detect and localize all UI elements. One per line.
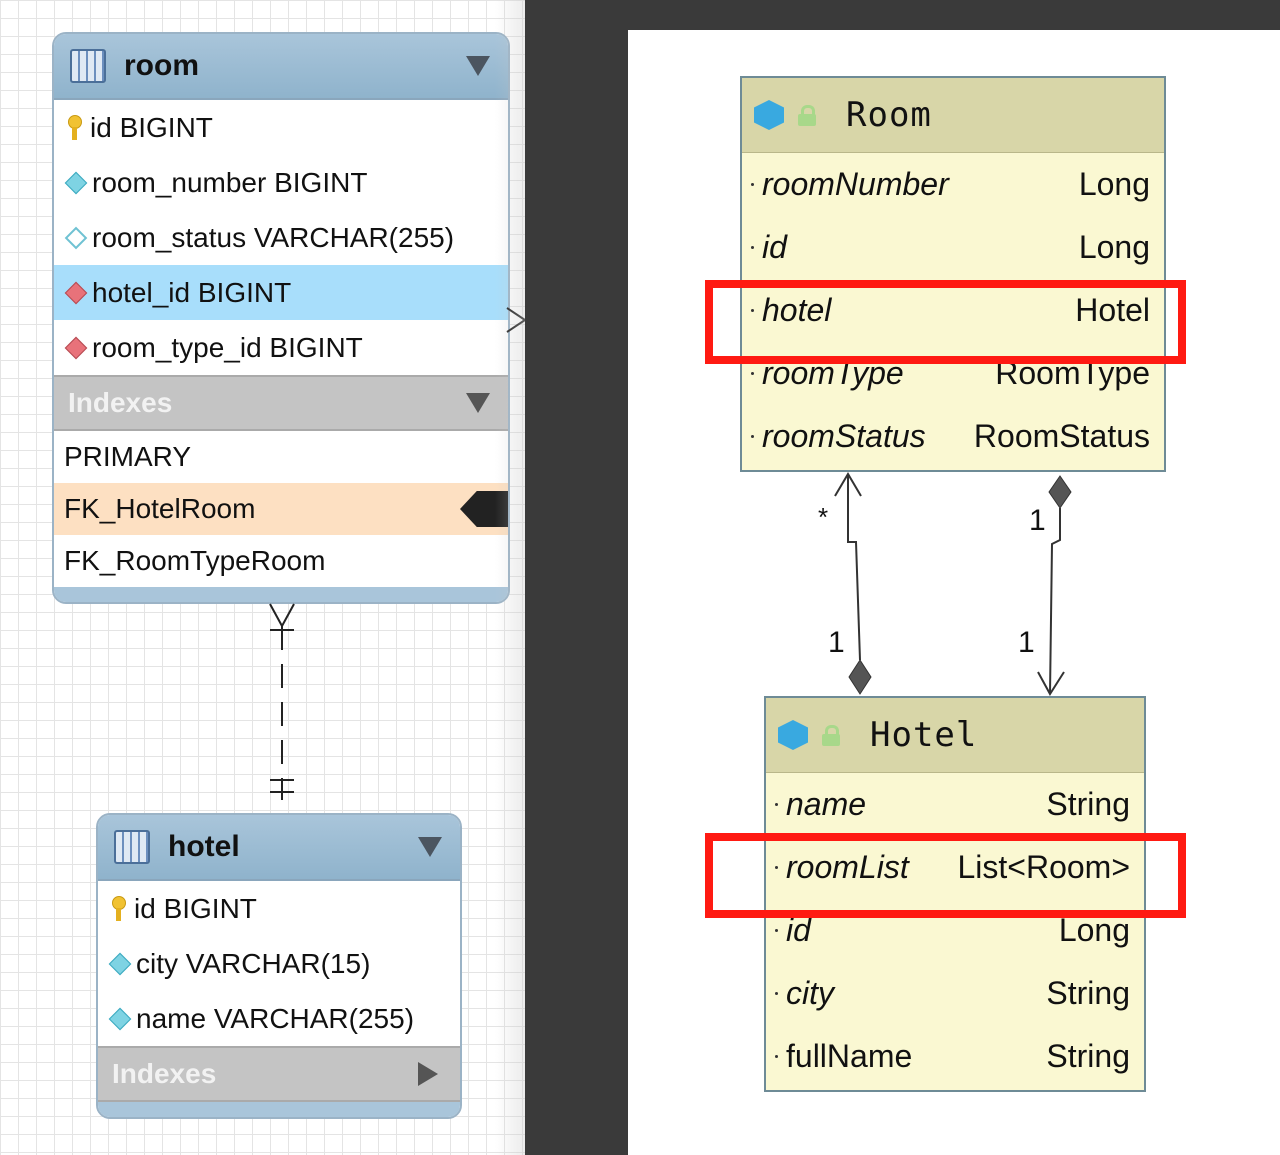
nullable-column-diamond-icon [64,226,88,249]
panel-edge-shadow [495,0,525,1155]
er-table-hotel[interactable]: hotel id BIGINT city VARCHAR(15) name VA… [96,813,462,1119]
multiplicity-label: 1 [1029,504,1046,537]
primary-key-icon [112,895,126,922]
er-table-hotel-title: hotel [168,830,240,863]
highlight-box-roomlist-field [705,833,1186,918]
er-diagram-canvas[interactable]: room id BIGINT room_number BIGINT room_s… [0,0,525,1155]
er-table-footer [98,1102,460,1117]
er-relationship-line[interactable] [262,600,302,814]
collapse-arrow-icon[interactable] [466,393,490,413]
table-icon [70,49,106,83]
foreign-key-diamond-icon [64,336,88,359]
er-index-row[interactable]: PRIMARY [54,431,508,483]
er-index-label: FK_HotelRoom [64,493,256,524]
table-icon [114,830,150,864]
er-column-label: room_type_id BIGINT [92,331,363,363]
er-column-row[interactable]: room_number BIGINT [54,155,508,210]
collapse-arrow-icon[interactable] [418,837,442,857]
column-diamond-icon [64,171,88,194]
er-column-row[interactable]: id BIGINT [54,100,508,155]
er-table-hotel-header[interactable]: hotel [98,815,460,881]
er-index-row[interactable]: FK_RoomTypeRoom [54,535,508,587]
er-column-row[interactable]: name VARCHAR(255) [98,991,460,1046]
indexes-label: Indexes [112,1058,217,1089]
er-table-room[interactable]: room id BIGINT room_number BIGINT room_s… [52,32,510,604]
er-column-row[interactable]: room_status VARCHAR(255) [54,210,508,265]
er-column-label: name VARCHAR(255) [136,1002,415,1034]
multiplicity-label: * [818,502,829,532]
er-table-room-title: room [124,49,199,82]
er-column-label: hotel_id BIGINT [92,276,292,308]
composition-diamond-icon [848,659,872,695]
column-diamond-icon [108,1007,132,1030]
er-column-row[interactable]: room_type_id BIGINT [54,320,508,375]
collapse-arrow-icon[interactable] [466,56,490,76]
composition-diamond-icon [1048,475,1072,509]
foreign-key-diamond-icon [64,281,88,304]
association-hotel-room-line [1049,508,1061,695]
er-column-row-selected[interactable]: hotel_id BIGINT [54,265,508,320]
er-column-row[interactable]: city VARCHAR(15) [98,936,460,991]
uml-diagram-canvas[interactable]: Room roomNumber Long id Long hotel Hotel… [628,30,1280,1155]
primary-key-icon [68,114,82,141]
er-column-label: id BIGINT [90,111,213,143]
panel-divider[interactable] [525,0,628,1155]
expand-arrow-icon[interactable] [418,1062,438,1086]
er-index-row-selected[interactable]: FK_HotelRoom [54,483,508,535]
association-room-hotel-line [847,474,861,661]
er-indexes-section-header[interactable]: Indexes [54,375,508,431]
panel-title-bar [525,0,1280,30]
column-diamond-icon [108,952,132,975]
er-column-label: id BIGINT [134,892,257,924]
er-column-label: room_number BIGINT [92,166,368,198]
indexes-label: Indexes [68,387,173,418]
er-column-label: city VARCHAR(15) [136,947,371,979]
multiplicity-label: 1 [1018,626,1035,659]
er-column-label: room_status VARCHAR(255) [92,221,455,253]
er-indexes-section-header[interactable]: Indexes [98,1046,460,1102]
highlight-box-hotel-field [705,280,1186,364]
er-table-room-header[interactable]: room [54,34,508,100]
er-column-row[interactable]: id BIGINT [98,881,460,936]
multiplicity-label: 1 [828,626,845,659]
uml-association-lines [834,472,1072,696]
